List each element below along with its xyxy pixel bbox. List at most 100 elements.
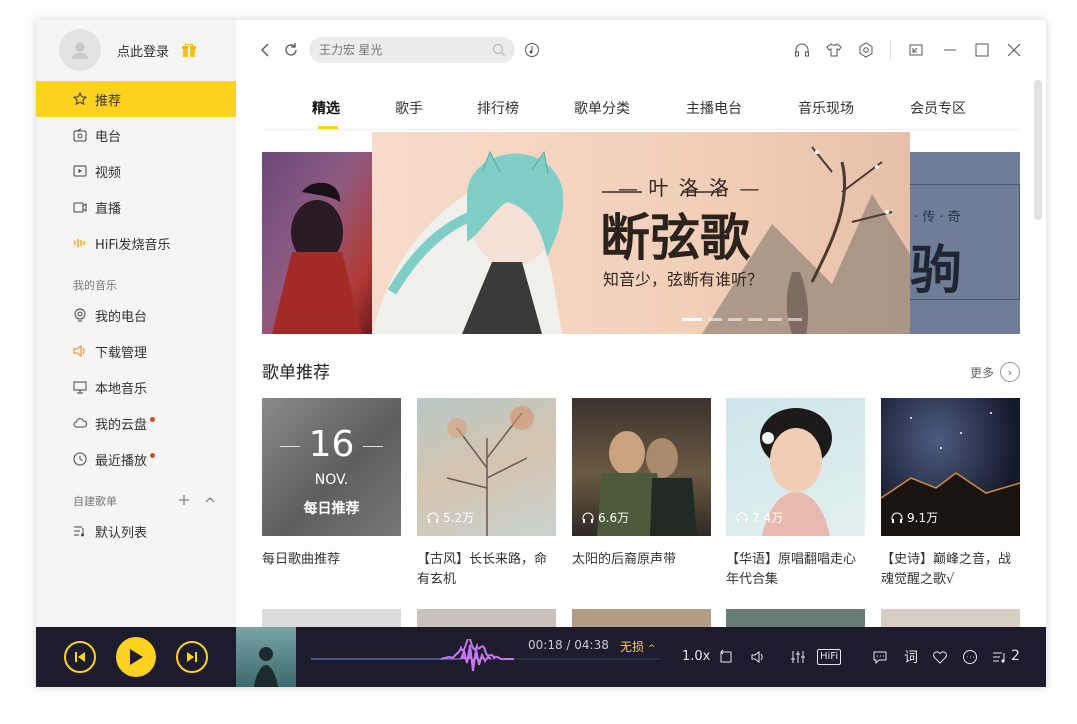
playlist-icon [74, 526, 84, 537]
playlists-heading: 自建歌单 [73, 495, 117, 508]
hifi-wave-icon [74, 239, 85, 247]
quality-selector[interactable]: 无损 ^ [620, 638, 655, 655]
playlist-card-peek[interactable] [726, 609, 865, 627]
banner-next-slide[interactable]: · 传 · 奇 驹 [910, 152, 1020, 334]
card-cover[interactable]: 9.1万 [881, 398, 1020, 536]
playlist-card[interactable]: 9.1万 【史诗】巅峰之音，战魂觉醒之歌√ [881, 398, 1020, 590]
card-cover[interactable]: 6.6万 [572, 398, 711, 536]
card-title[interactable]: 太阳的后裔原声带 [572, 550, 711, 570]
skin-shirt-icon[interactable] [826, 42, 842, 58]
volume-icon[interactable] [750, 649, 766, 665]
next-icon [187, 652, 197, 662]
sidebar-item-my-radio[interactable]: 我的电台 [36, 297, 236, 333]
sidebar-item-default-list[interactable]: 默认列表 [36, 513, 236, 549]
play-count: 6.6万 [582, 509, 629, 526]
queue-icon[interactable] [992, 649, 1008, 665]
sidebar-item-downloads[interactable]: 下载管理 [36, 333, 236, 369]
sidebar-item-cloud[interactable]: 我的云盘 [36, 405, 236, 441]
tab-singers[interactable]: 歌手 [395, 98, 423, 118]
clock-icon [73, 452, 87, 466]
comment-icon[interactable] [872, 649, 888, 665]
tab-live-music[interactable]: 音乐现场 [798, 98, 854, 118]
user-icon [71, 42, 89, 60]
settings-icon[interactable] [858, 42, 874, 58]
carousel-dot[interactable] [748, 318, 762, 321]
sidebar-item-recent[interactable]: 最近播放 [36, 441, 236, 477]
play-count: 5.2万 [427, 509, 474, 526]
card-cover[interactable]: 7.4万 [726, 398, 865, 536]
sidebar-item-label: 最近播放 [95, 450, 156, 469]
close-icon[interactable] [1006, 42, 1022, 58]
daily-cover[interactable]: 16 NOV. 每日推荐 [262, 398, 401, 536]
carousel-dot[interactable] [768, 318, 782, 321]
sidebar-item-hifi[interactable]: HiFi发烧音乐 [36, 225, 236, 261]
tab-host-radio[interactable]: 主播电台 [686, 98, 742, 118]
mini-mode-icon[interactable] [908, 42, 924, 58]
minimize-icon[interactable] [942, 42, 958, 58]
next-button[interactable] [176, 641, 208, 673]
date-number: 16 [308, 424, 355, 465]
carousel-dot[interactable] [788, 318, 802, 321]
gift-icon[interactable] [181, 42, 197, 58]
banner-carousel[interactable]: — 叶 洛 洛 — 断弦歌 知音少，弦断有谁听？ · 传 · 奇 驹 [262, 130, 1020, 334]
label-text: 我的云盘 [95, 417, 148, 433]
avatar[interactable] [59, 29, 101, 71]
back-icon[interactable] [258, 42, 274, 58]
daily-label: 每日推荐 [303, 501, 360, 517]
playlist-card-peek[interactable] [572, 609, 711, 627]
hifi-button[interactable]: HiFi [817, 649, 842, 665]
playlist-card[interactable]: 16 NOV. 每日推荐 每日歌曲推荐 [262, 398, 401, 570]
more-label: 更多 [969, 365, 994, 380]
sidebar-item-live[interactable]: 直播 [36, 189, 236, 225]
play-icon [130, 649, 143, 665]
playlist-card-peek[interactable] [881, 609, 1020, 627]
more-icon[interactable] [962, 649, 978, 665]
lyrics-button[interactable]: 词 [904, 647, 918, 667]
banner-prev-slide[interactable] [262, 152, 372, 334]
card-title[interactable]: 每日歌曲推荐 [262, 550, 401, 570]
now-playing-cover[interactable] [236, 627, 296, 687]
carousel-dot[interactable] [682, 318, 702, 321]
equalizer-icon[interactable] [790, 649, 806, 665]
monitor-icon [73, 381, 87, 394]
tab-playlist-categories[interactable]: 歌单分类 [574, 98, 630, 118]
playlist-card[interactable]: 5.2万 【古风】长长来路，命有玄机 [417, 398, 556, 590]
loop-icon[interactable] [718, 649, 734, 665]
play-button[interactable] [116, 637, 156, 677]
card-title[interactable]: 【古风】长长来路，命有玄机 [417, 550, 556, 590]
banner-slide[interactable]: — 叶 洛 洛 — 断弦歌 知音少，弦断有谁听？ [372, 132, 910, 334]
headphones-icon[interactable] [794, 42, 810, 58]
carousel-dot[interactable] [708, 318, 722, 321]
chevron-up-icon[interactable] [204, 494, 216, 506]
speed-control[interactable]: 1.0x [682, 649, 710, 664]
login-link[interactable]: 点此登录 [117, 41, 169, 60]
scrollbar[interactable] [1034, 80, 1042, 220]
card-cover[interactable]: 5.2万 [417, 398, 556, 536]
playlist-card[interactable]: 7.4万 【华语】原唱翻唱走心年代合集 [726, 398, 865, 590]
playlist-card-peek[interactable] [417, 609, 556, 627]
sidebar-item-local-music[interactable]: 本地音乐 [36, 369, 236, 405]
playlist-card-peek[interactable] [262, 609, 401, 627]
tab-charts[interactable]: 排行榜 [477, 98, 519, 118]
card-title[interactable]: 【华语】原唱翻唱走心年代合集 [726, 550, 865, 590]
search-input[interactable] [309, 37, 515, 63]
add-playlist-icon[interactable] [178, 494, 190, 506]
sidebar-item-label: 直播 [95, 201, 122, 217]
refresh-icon[interactable] [283, 42, 299, 58]
card-title[interactable]: 【史诗】巅峰之音，战魂觉醒之歌√ [881, 550, 1020, 590]
music-recognize-icon[interactable] [524, 42, 540, 58]
heart-icon[interactable] [932, 649, 948, 665]
more-link[interactable]: 更多 › [970, 362, 1020, 382]
sidebar-item-recommend[interactable]: 推荐 [36, 81, 236, 117]
sidebar-item-video[interactable]: 视频 [36, 153, 236, 189]
tab-featured[interactable]: 精选 [312, 98, 340, 118]
playlist-card[interactable]: 6.6万 太阳的后裔原声带 [572, 398, 711, 570]
carousel-dot[interactable] [728, 318, 742, 321]
search-icon[interactable] [492, 43, 506, 57]
sidebar-item-label: 我的云盘 [95, 414, 156, 433]
profile-area[interactable]: 点此登录 [36, 20, 236, 80]
maximize-icon[interactable] [974, 42, 990, 58]
sidebar-item-radio[interactable]: 电台 [36, 117, 236, 153]
previous-button[interactable] [64, 641, 96, 673]
tab-vip[interactable]: 会员专区 [910, 98, 966, 118]
